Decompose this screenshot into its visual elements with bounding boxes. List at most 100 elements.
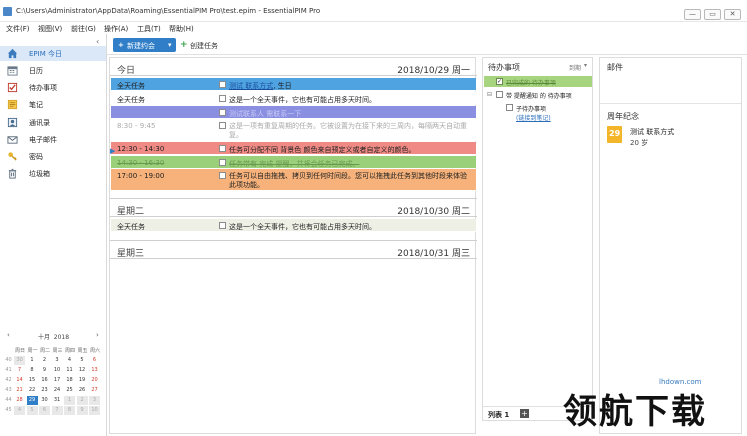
calendar-day[interactable]: 8 (27, 366, 38, 375)
calendar-day[interactable]: 8 (64, 406, 75, 415)
calendar-day[interactable]: 30 (14, 356, 25, 365)
menu-tools[interactable]: 工具(T) (137, 24, 161, 34)
event-text: 这是一个全天事件，它也有可能占用多天时间。 (229, 96, 376, 104)
sidebar-item-notes[interactable]: 笔记 (0, 97, 106, 112)
calendar-day[interactable]: 1 (64, 396, 75, 405)
calendar-day[interactable]: 12 (77, 366, 88, 375)
todo-checkbox[interactable] (506, 104, 513, 111)
sidebar-item-contacts[interactable]: 通讯录 (0, 115, 106, 130)
close-button[interactable]: ✕ (724, 9, 741, 20)
calendar-day[interactable]: 6 (39, 406, 50, 415)
todo-checkbox[interactable] (496, 91, 503, 98)
calendar-day[interactable]: 10 (52, 366, 63, 375)
sidebar-item-todo[interactable]: 待办事项 (0, 80, 106, 95)
mini-calendar-year: 2018 (53, 334, 70, 341)
calendar-day[interactable]: 4 (64, 356, 75, 365)
event-checkbox[interactable] (219, 145, 226, 152)
chevron-down-icon[interactable]: ▾ (584, 62, 587, 69)
calendar-day[interactable]: 2 (39, 356, 50, 365)
event-row[interactable]: 全天任务 这是一个全天事件，它也有可能占用多天时间。 (111, 92, 476, 105)
event-checkbox[interactable] (219, 95, 226, 102)
calendar-day[interactable]: 21 (14, 386, 25, 395)
calendar-day[interactable]: 3 (89, 396, 100, 405)
event-row[interactable]: 14:30 - 16:30 任务带有 完成 提醒，并将会任务已完成。 (111, 156, 476, 169)
event-row[interactable]: 全天任务 测试 联系方式, 生日 (111, 78, 476, 91)
calendar-day[interactable]: 25 (64, 386, 75, 395)
calendar-day[interactable]: 14 (14, 376, 25, 385)
event-checkbox[interactable] (219, 222, 226, 229)
menu-help[interactable]: 帮助(H) (169, 24, 194, 34)
expand-icon[interactable]: ⊟ (487, 91, 492, 98)
todo-note-link[interactable]: (链接到笔记) (516, 113, 551, 122)
new-appointment-button[interactable]: + 新建约会 ▾ (113, 38, 176, 52)
calendar-day[interactable]: 29 (26, 396, 38, 405)
calendar-day[interactable]: 1 (27, 356, 38, 365)
calendar-day[interactable]: 10 (89, 406, 100, 415)
new-task-button[interactable]: 创建任务 (190, 41, 218, 51)
dropdown-arrow-icon[interactable]: ▾ (168, 41, 172, 49)
calendar-day[interactable]: 16 (39, 376, 50, 385)
todo-item[interactable]: ⊟ 带 提醒通知 的 待办事项 (484, 89, 592, 100)
calendar-day[interactable]: 30 (39, 396, 50, 405)
collapse-sidebar-icon[interactable]: ‹ (96, 37, 99, 46)
sidebar-item-passwords[interactable]: 密码 (0, 149, 106, 164)
calendar-day[interactable]: 24 (52, 386, 63, 395)
menu-actions[interactable]: 操作(A) (104, 24, 128, 34)
event-row[interactable]: 测试联系人 需联系一下 (111, 106, 476, 119)
event-row[interactable]: 17:00 - 19:00 任务可以自由拖拽、拷贝到任何时间段。您可以拖拽此任务到… (111, 169, 476, 191)
calendar-day[interactable]: 15 (27, 376, 38, 385)
anniversary-contact-link[interactable]: 测试 联系方式 (630, 127, 674, 137)
event-contact-link[interactable]: 测试 联系方式 (229, 82, 273, 90)
maximize-button[interactable]: ▭ (704, 9, 721, 20)
sidebar-item-calendar[interactable]: 日历 (0, 63, 106, 78)
event-checkbox[interactable] (219, 159, 226, 166)
menu-file[interactable]: 文件(F) (6, 24, 30, 34)
calendar-day[interactable]: 9 (76, 406, 88, 415)
event-checkbox[interactable] (219, 172, 226, 179)
menu-go[interactable]: 前往(G) (71, 24, 96, 34)
day-date: 2018/10/31 周三 (397, 249, 470, 259)
calendar-day[interactable]: 6 (89, 356, 100, 365)
todo-subitem[interactable]: 子待办事项 (链接到笔记) (484, 102, 592, 124)
calendar-day[interactable]: 17 (52, 376, 63, 385)
sidebar-item-trash[interactable]: 垃圾箱 (0, 166, 106, 181)
event-row[interactable]: 12:30 - 14:30 任务可分配不同 背景色 颜色来自预定义或者自定义的颜色… (111, 142, 476, 155)
calendar-day[interactable]: 7 (51, 406, 63, 415)
event-text: 这是一项有重复周期的任务。它被设置为在接下来的三周内，每隔两天自动重复。 (229, 122, 467, 139)
calendar-day[interactable]: 31 (52, 396, 63, 405)
app-icon (3, 7, 12, 16)
tab-list-1[interactable]: 列表 1 (488, 410, 509, 420)
todo-item-completed[interactable]: ✓ 已完成的 待办事项 (484, 76, 592, 87)
calendar-day[interactable]: 20 (89, 376, 100, 385)
calendar-day[interactable]: 26 (77, 386, 88, 395)
menu-view[interactable]: 视图(V) (38, 24, 62, 34)
calendar-day[interactable]: 18 (64, 376, 75, 385)
calendar-day[interactable]: 3 (52, 356, 63, 365)
calendar-day[interactable]: 5 (77, 356, 88, 365)
minimize-button[interactable]: — (684, 9, 701, 20)
event-row[interactable]: 全天任务 这是一个全天事件，它也有可能占用多天时间。 (111, 219, 476, 232)
calendar-day[interactable]: 4 (14, 406, 25, 415)
next-month-icon[interactable]: › (96, 331, 99, 339)
calendar-day[interactable]: 19 (77, 376, 88, 385)
event-checkbox[interactable] (219, 109, 226, 116)
calendar-day[interactable]: 5 (26, 406, 38, 415)
calendar-day[interactable]: 2 (76, 396, 88, 405)
calendar-day[interactable]: 7 (14, 366, 25, 375)
sidebar-item-email[interactable]: 电子邮件 (0, 132, 106, 147)
calendar-day[interactable]: 11 (64, 366, 75, 375)
add-list-button[interactable]: + (520, 409, 529, 418)
calendar-day[interactable]: 13 (89, 366, 100, 375)
event-checkbox[interactable] (219, 122, 226, 129)
calendar-day[interactable]: 22 (27, 386, 38, 395)
event-checkbox[interactable] (219, 81, 226, 88)
todo-filter-dropdown[interactable]: 到期 (569, 63, 581, 72)
calendar-day[interactable]: 28 (14, 396, 25, 405)
calendar-day[interactable]: 23 (39, 386, 50, 395)
calendar-day[interactable]: 27 (89, 386, 100, 395)
event-row[interactable]: 8:30 - 9:45 这是一项有重复周期的任务。它被设置为在接下来的三周内，每隔… (111, 119, 476, 141)
todo-checkbox[interactable]: ✓ (496, 78, 503, 85)
event-text: 任务带有 完成 提醒，并将会任务已完成。 (229, 160, 360, 168)
calendar-day[interactable]: 9 (39, 366, 50, 375)
sidebar-item-epim-today[interactable]: EPIM 今日 (0, 46, 106, 61)
